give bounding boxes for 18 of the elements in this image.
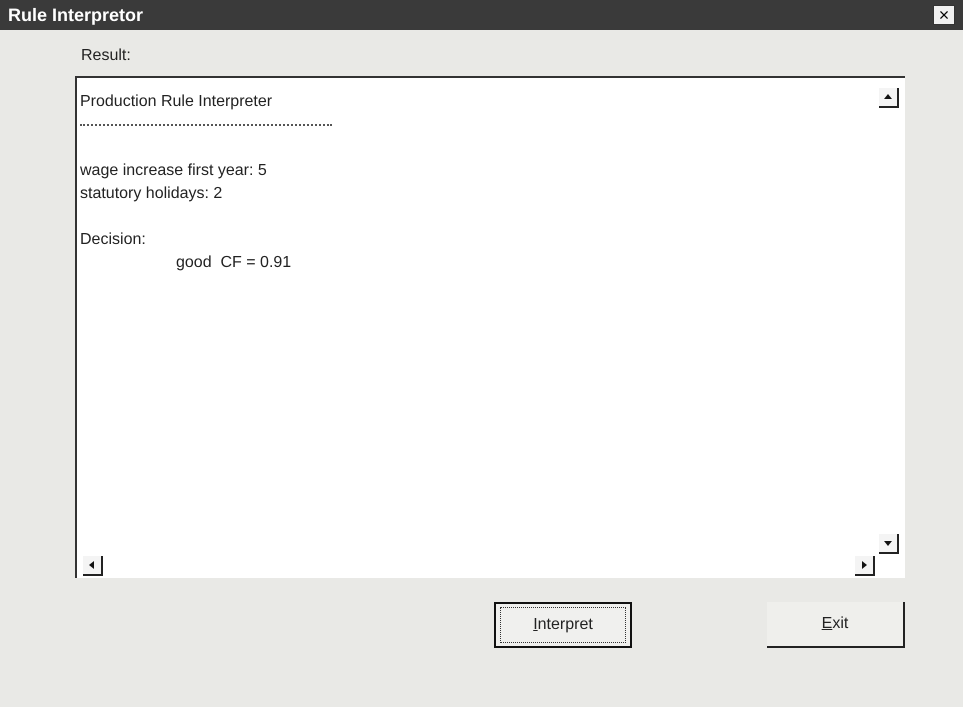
left-arrow-icon — [87, 560, 97, 570]
result-label: Result: — [81, 46, 132, 66]
scroll-arrow-button[interactable] — [879, 88, 899, 108]
result-line: statutory holidays: 2 — [80, 184, 224, 204]
result-line: Production Rule Interpreter — [80, 92, 274, 112]
scroll-arrow-button[interactable] — [83, 556, 103, 576]
right-arrow-icon — [859, 560, 869, 570]
close-button[interactable]: × — [933, 5, 955, 25]
window-title: Rule Interpretor — [8, 4, 144, 27]
dialog-button[interactable]: Interpret — [494, 602, 632, 648]
result-line: wage increase first year: 5 — [80, 161, 268, 181]
result-line: Decision: — [80, 230, 147, 250]
scroll-arrow-button[interactable] — [855, 556, 875, 576]
down-arrow-icon — [883, 538, 893, 548]
scroll-arrow-button[interactable] — [879, 534, 899, 554]
result-line: good CF = 0.91 — [175, 253, 292, 273]
up-arrow-icon — [883, 92, 893, 102]
dialog-button[interactable]: Exit — [767, 602, 905, 648]
